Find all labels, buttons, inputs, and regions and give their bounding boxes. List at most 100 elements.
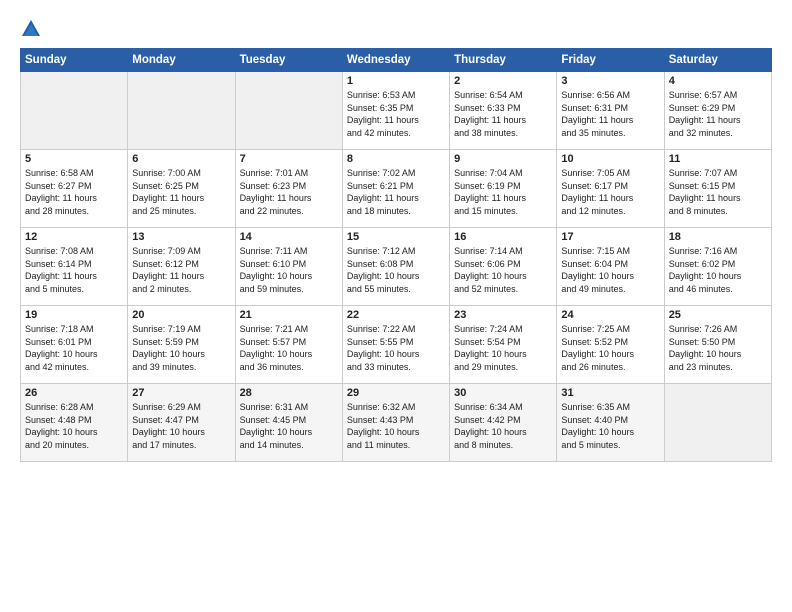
day-number: 22 — [347, 309, 445, 321]
calendar-cell: 9 Sunrise: 7:04 AM Sunset: 6:19 PM Daylig… — [450, 150, 557, 228]
calendar-table: SundayMondayTuesdayWednesdayThursdayFrid… — [20, 48, 772, 462]
day-info: Sunrise: 6:54 AM Sunset: 6:33 PM Dayligh… — [454, 89, 552, 139]
calendar-cell: 13 Sunrise: 7:09 AM Sunset: 6:12 PM Dayli… — [128, 228, 235, 306]
day-number: 16 — [454, 231, 552, 243]
weekday-header-wednesday: Wednesday — [342, 49, 449, 72]
calendar-cell: 18Sunrise: 7:16 AM Sunset: 6:02 PM Dayli… — [664, 228, 771, 306]
calendar-cell: 11Sunrise: 7:07 AM Sunset: 6:15 PM Dayli… — [664, 150, 771, 228]
calendar-cell: 23 Sunrise: 7:24 AM Sunset: 5:54 PM Dayli… — [450, 306, 557, 384]
header — [20, 18, 772, 40]
calendar-cell: 15Sunrise: 7:12 AM Sunset: 6:08 PM Dayli… — [342, 228, 449, 306]
day-number: 21 — [240, 309, 338, 321]
day-number: 12 — [25, 231, 123, 243]
day-number: 20 — [132, 309, 230, 321]
day-info: Sunrise: 7:26 AM Sunset: 5:50 PM Dayligh… — [669, 323, 767, 373]
calendar-cell: 30Sunrise: 6:34 AM Sunset: 4:42 PM Dayli… — [450, 384, 557, 462]
day-info: Sunrise: 7:15 AM Sunset: 6:04 PM Dayligh… — [561, 245, 659, 295]
day-info: Sunrise: 7:01 AM Sunset: 6:23 PM Dayligh… — [240, 167, 338, 217]
calendar-week-row: 5 Sunrise: 6:58 AM Sunset: 6:27 PM Daylig… — [21, 150, 772, 228]
day-number: 30 — [454, 387, 552, 399]
calendar-week-row: 19Sunrise: 7:18 AM Sunset: 6:01 PM Dayli… — [21, 306, 772, 384]
day-info: Sunrise: 7:04 AM Sunset: 6:19 PM Dayligh… — [454, 167, 552, 217]
day-number: 14 — [240, 231, 338, 243]
calendar-cell: 20 Sunrise: 7:19 AM Sunset: 5:59 PM Dayli… — [128, 306, 235, 384]
weekday-header-saturday: Saturday — [664, 49, 771, 72]
logo-icon — [20, 18, 42, 40]
day-info: Sunrise: 6:28 AM Sunset: 4:48 PM Dayligh… — [25, 401, 123, 451]
day-info: Sunrise: 6:29 AM Sunset: 4:47 PM Dayligh… — [132, 401, 230, 451]
calendar-cell: 12 Sunrise: 7:08 AM Sunset: 6:14 PM Dayli… — [21, 228, 128, 306]
day-info: Sunrise: 6:53 AM Sunset: 6:35 PM Dayligh… — [347, 89, 445, 139]
day-number: 3 — [561, 75, 659, 87]
day-number: 17 — [561, 231, 659, 243]
calendar-cell: 2 Sunrise: 6:54 AM Sunset: 6:33 PM Daylig… — [450, 72, 557, 150]
day-number: 26 — [25, 387, 123, 399]
day-number: 1 — [347, 75, 445, 87]
day-number: 10 — [561, 153, 659, 165]
day-number: 27 — [132, 387, 230, 399]
calendar-cell — [21, 72, 128, 150]
day-info: Sunrise: 6:35 AM Sunset: 4:40 PM Dayligh… — [561, 401, 659, 451]
day-number: 4 — [669, 75, 767, 87]
calendar-cell: 3 Sunrise: 6:56 AM Sunset: 6:31 PM Daylig… — [557, 72, 664, 150]
day-info: Sunrise: 7:22 AM Sunset: 5:55 PM Dayligh… — [347, 323, 445, 373]
calendar-cell: 19Sunrise: 7:18 AM Sunset: 6:01 PM Dayli… — [21, 306, 128, 384]
weekday-header-thursday: Thursday — [450, 49, 557, 72]
day-info: Sunrise: 7:21 AM Sunset: 5:57 PM Dayligh… — [240, 323, 338, 373]
day-info: Sunrise: 7:18 AM Sunset: 6:01 PM Dayligh… — [25, 323, 123, 373]
day-info: Sunrise: 6:57 AM Sunset: 6:29 PM Dayligh… — [669, 89, 767, 139]
day-info: Sunrise: 7:25 AM Sunset: 5:52 PM Dayligh… — [561, 323, 659, 373]
day-info: Sunrise: 7:07 AM Sunset: 6:15 PM Dayligh… — [669, 167, 767, 217]
calendar-cell: 25 Sunrise: 7:26 AM Sunset: 5:50 PM Dayli… — [664, 306, 771, 384]
weekday-header-friday: Friday — [557, 49, 664, 72]
calendar-cell: 21 Sunrise: 7:21 AM Sunset: 5:57 PM Dayli… — [235, 306, 342, 384]
calendar-week-row: 1 Sunrise: 6:53 AM Sunset: 6:35 PM Daylig… — [21, 72, 772, 150]
calendar-cell: 8 Sunrise: 7:02 AM Sunset: 6:21 PM Daylig… — [342, 150, 449, 228]
calendar-cell: 28Sunrise: 6:31 AM Sunset: 4:45 PM Dayli… — [235, 384, 342, 462]
calendar-week-row: 26 Sunrise: 6:28 AM Sunset: 4:48 PM Dayli… — [21, 384, 772, 462]
day-number: 2 — [454, 75, 552, 87]
day-info: Sunrise: 7:05 AM Sunset: 6:17 PM Dayligh… — [561, 167, 659, 217]
day-number: 13 — [132, 231, 230, 243]
calendar-cell: 27 Sunrise: 6:29 AM Sunset: 4:47 PM Dayli… — [128, 384, 235, 462]
day-number: 5 — [25, 153, 123, 165]
day-number: 8 — [347, 153, 445, 165]
day-number: 29 — [347, 387, 445, 399]
day-info: Sunrise: 7:19 AM Sunset: 5:59 PM Dayligh… — [132, 323, 230, 373]
weekday-header-monday: Monday — [128, 49, 235, 72]
calendar-cell: 4 Sunrise: 6:57 AM Sunset: 6:29 PM Daylig… — [664, 72, 771, 150]
day-number: 9 — [454, 153, 552, 165]
day-info: Sunrise: 6:32 AM Sunset: 4:43 PM Dayligh… — [347, 401, 445, 451]
weekday-header-sunday: Sunday — [21, 49, 128, 72]
day-number: 23 — [454, 309, 552, 321]
calendar-cell — [128, 72, 235, 150]
day-info: Sunrise: 7:00 AM Sunset: 6:25 PM Dayligh… — [132, 167, 230, 217]
day-info: Sunrise: 7:09 AM Sunset: 6:12 PM Dayligh… — [132, 245, 230, 295]
calendar-cell: 26 Sunrise: 6:28 AM Sunset: 4:48 PM Dayli… — [21, 384, 128, 462]
day-info: Sunrise: 7:14 AM Sunset: 6:06 PM Dayligh… — [454, 245, 552, 295]
day-info: Sunrise: 7:12 AM Sunset: 6:08 PM Dayligh… — [347, 245, 445, 295]
day-info: Sunrise: 7:24 AM Sunset: 5:54 PM Dayligh… — [454, 323, 552, 373]
calendar-cell: 5 Sunrise: 6:58 AM Sunset: 6:27 PM Daylig… — [21, 150, 128, 228]
day-info: Sunrise: 6:58 AM Sunset: 6:27 PM Dayligh… — [25, 167, 123, 217]
logo — [20, 18, 44, 40]
calendar-cell: 22 Sunrise: 7:22 AM Sunset: 5:55 PM Dayli… — [342, 306, 449, 384]
calendar-cell: 7 Sunrise: 7:01 AM Sunset: 6:23 PM Daylig… — [235, 150, 342, 228]
day-number: 7 — [240, 153, 338, 165]
calendar-cell: 17 Sunrise: 7:15 AM Sunset: 6:04 PM Dayli… — [557, 228, 664, 306]
day-info: Sunrise: 7:08 AM Sunset: 6:14 PM Dayligh… — [25, 245, 123, 295]
day-info: Sunrise: 7:02 AM Sunset: 6:21 PM Dayligh… — [347, 167, 445, 217]
calendar-cell — [235, 72, 342, 150]
calendar-cell: 16 Sunrise: 7:14 AM Sunset: 6:06 PM Dayli… — [450, 228, 557, 306]
calendar-cell: 29 Sunrise: 6:32 AM Sunset: 4:43 PM Dayli… — [342, 384, 449, 462]
day-info: Sunrise: 7:16 AM Sunset: 6:02 PM Dayligh… — [669, 245, 767, 295]
calendar-cell: 31Sunrise: 6:35 AM Sunset: 4:40 PM Dayli… — [557, 384, 664, 462]
calendar-cell — [664, 384, 771, 462]
day-number: 24 — [561, 309, 659, 321]
day-info: Sunrise: 7:11 AM Sunset: 6:10 PM Dayligh… — [240, 245, 338, 295]
weekday-header-tuesday: Tuesday — [235, 49, 342, 72]
day-number: 25 — [669, 309, 767, 321]
day-number: 28 — [240, 387, 338, 399]
weekday-header-row: SundayMondayTuesdayWednesdayThursdayFrid… — [21, 49, 772, 72]
day-info: Sunrise: 6:56 AM Sunset: 6:31 PM Dayligh… — [561, 89, 659, 139]
